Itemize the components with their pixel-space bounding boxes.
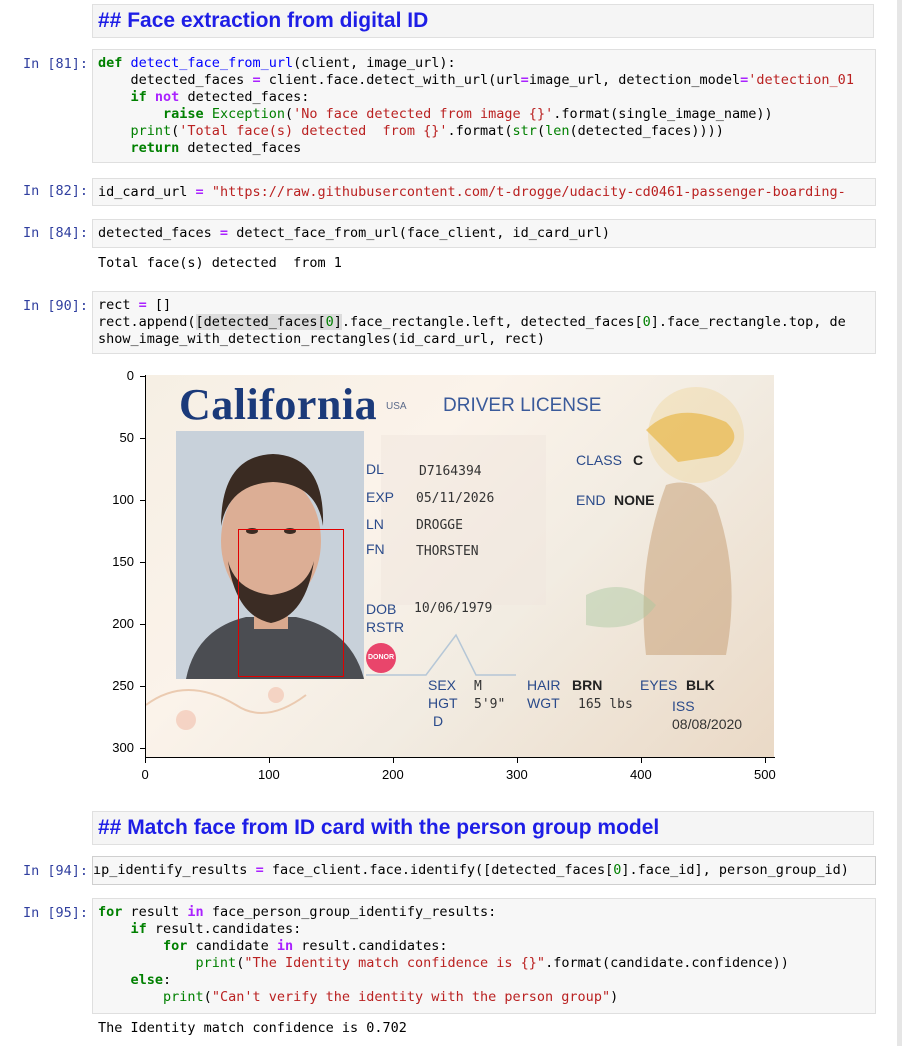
exp-value: 05/11/2026 <box>416 491 495 506</box>
cell-prompt: In [81]: <box>22 56 88 72</box>
code-cell-90[interactable]: rect = [] rect.append([detected_faces[0]… <box>92 291 876 354</box>
y-tick <box>140 562 145 563</box>
cell-prompt: In [84]: <box>22 225 88 241</box>
x-tick-label: 0 <box>141 767 149 782</box>
sex-label: SEX <box>428 677 457 693</box>
cell-prompt: In [82]: <box>22 183 88 199</box>
code-block: def detect_face_from_url(client, image_u… <box>98 55 854 156</box>
x-tick-label: 100 <box>258 767 280 782</box>
x-tick-label: 500 <box>754 767 776 782</box>
dl-label: DL <box>366 461 384 477</box>
x-tick <box>641 758 642 763</box>
dl-value: D7164394 <box>419 464 482 479</box>
exp-label: EXP <box>366 489 395 505</box>
dob-label: DOB <box>366 601 397 617</box>
id-card-image: California USA DRIVER LICENSE DL D716439… <box>146 375 774 757</box>
y-tick-label: 100 <box>112 492 134 507</box>
y-tick-label: 0 <box>126 368 134 383</box>
card-license-type: DRIVER LICENSE <box>443 395 602 416</box>
fn-label: FN <box>366 541 385 557</box>
y-tick <box>140 376 145 377</box>
sex-value: M <box>474 679 482 694</box>
hgt-value: 5'9" <box>474 697 506 712</box>
class-value: C <box>633 452 644 468</box>
x-tick-label: 400 <box>630 767 652 782</box>
markdown-cell-heading-2[interactable]: ## Match face from ID card with the pers… <box>92 811 874 845</box>
x-tick <box>517 758 518 763</box>
section-heading: ## Match face from ID card with the pers… <box>98 816 660 839</box>
x-tick-label: 300 <box>506 767 528 782</box>
wgt-label: WGT <box>527 695 560 711</box>
x-axis-line <box>145 757 775 758</box>
y-tick-label: 250 <box>112 678 134 693</box>
code-block: ıp_identify_results = face_client.face.i… <box>93 862 849 878</box>
x-tick <box>269 758 270 763</box>
code-block: for result in face_person_group_identify… <box>98 904 789 1005</box>
y-tick <box>140 686 145 687</box>
dob-value: 10/06/1979 <box>414 601 493 616</box>
code-cell-94[interactable]: ıp_identify_results = face_client.face.i… <box>92 856 876 885</box>
section-heading: ## Face extraction from digital ID <box>98 9 429 32</box>
class-label: CLASS <box>576 452 622 468</box>
eyes-value: BLK <box>686 677 715 693</box>
dd-label: D <box>433 713 444 729</box>
hair-value: BRN <box>572 677 603 693</box>
code-block: id_card_url = "https://raw.githubusercon… <box>98 184 846 200</box>
donor-badge: DONOR <box>366 643 396 673</box>
code-cell-95[interactable]: for result in face_person_group_identify… <box>92 898 876 1014</box>
cell-prompt: In [94]: <box>22 863 88 879</box>
code-cell-84[interactable]: detected_faces = detect_face_from_url(fa… <box>92 219 876 248</box>
image-plot-output: California USA DRIVER LICENSE DL D716439… <box>0 365 902 785</box>
y-tick <box>140 438 145 439</box>
code-block: detected_faces = detect_face_from_url(fa… <box>98 225 611 241</box>
y-tick <box>140 748 145 749</box>
cell-prompt: In [95]: <box>22 905 88 921</box>
ln-value: DROGGE <box>416 518 463 533</box>
cell-output: The Identity match confidence is 0.702 <box>98 1020 407 1036</box>
iss-label: ISS <box>672 698 695 714</box>
y-tick <box>140 500 145 501</box>
wgt-value: 165 lbs <box>578 697 633 712</box>
card-usa-label: USA <box>386 401 407 412</box>
x-tick-label: 200 <box>382 767 404 782</box>
card-state-title: California <box>179 380 378 429</box>
end-label: END <box>576 492 606 508</box>
cell-prompt: In [90]: <box>22 298 88 314</box>
portrait-photo <box>176 431 364 679</box>
code-cell-81[interactable]: def detect_face_from_url(client, image_u… <box>92 49 876 163</box>
fn-value: THORSTEN <box>416 544 479 559</box>
markdown-cell-heading-1[interactable]: ## Face extraction from digital ID <box>92 4 874 38</box>
y-tick-label: 200 <box>112 616 134 631</box>
hair-label: HAIR <box>527 677 561 693</box>
x-tick <box>145 758 146 763</box>
hgt-label: HGT <box>428 695 458 711</box>
iss-value: 08/08/2020 <box>672 716 743 732</box>
face-detection-rectangle <box>238 529 344 677</box>
code-block: rect = [] rect.append([detected_faces[0]… <box>98 297 846 347</box>
x-tick <box>765 758 766 763</box>
end-value: NONE <box>614 492 655 508</box>
y-tick-label: 150 <box>112 554 134 569</box>
y-tick-label: 50 <box>119 430 134 445</box>
eyes-label: EYES <box>640 677 678 693</box>
x-tick <box>393 758 394 763</box>
cell-output: Total face(s) detected from 1 <box>98 255 342 271</box>
rstr-label: RSTR <box>366 619 405 635</box>
y-tick-label: 300 <box>112 740 134 755</box>
ln-label: LN <box>366 516 384 532</box>
code-cell-82[interactable]: id_card_url = "https://raw.githubusercon… <box>92 178 876 206</box>
y-tick <box>140 624 145 625</box>
